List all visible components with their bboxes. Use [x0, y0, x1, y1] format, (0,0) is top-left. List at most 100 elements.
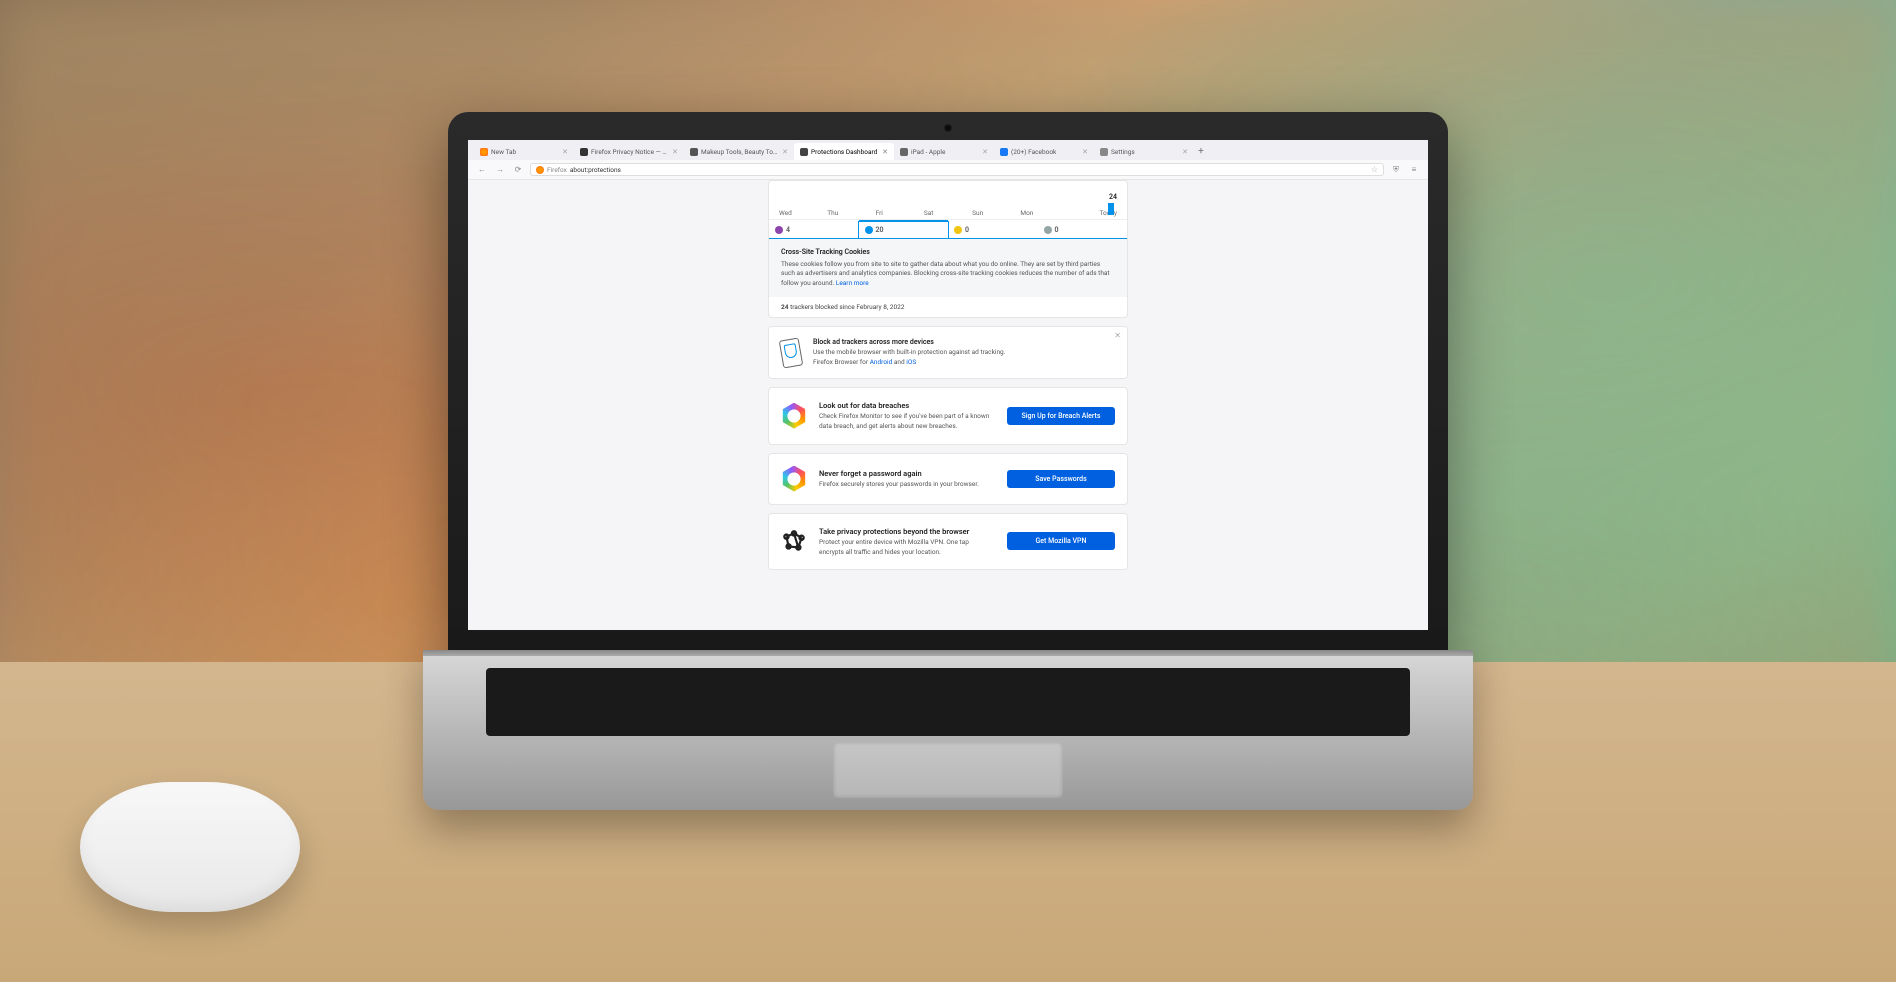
- tab-close-icon[interactable]: ✕: [672, 148, 678, 156]
- tracker-dot-icon: [775, 226, 783, 234]
- product-card: Take privacy protections beyond the brow…: [768, 513, 1128, 571]
- tracker-type-tabs: 4 20 0 0: [769, 219, 1127, 238]
- today-count: 24: [1109, 193, 1117, 201]
- tab[interactable]: Protections Dashboard✕: [794, 143, 894, 160]
- today-bar: [1108, 203, 1114, 215]
- tab-close-icon[interactable]: ✕: [1082, 148, 1088, 156]
- tracker-count: 0: [965, 226, 969, 234]
- lockwise-icon: [781, 466, 807, 492]
- day-label: 24Today: [1069, 209, 1117, 217]
- firefox-icon: [536, 166, 544, 174]
- cta-button[interactable]: Sign Up for Breach Alerts: [1007, 407, 1115, 425]
- tab-close-icon[interactable]: ✕: [782, 148, 788, 156]
- tab[interactable]: Settings✕: [1094, 143, 1194, 160]
- tab-label: Settings: [1111, 148, 1179, 156]
- card-title: Never forget a password again: [819, 468, 995, 479]
- keyboard-prop: [486, 668, 1410, 736]
- bookmark-star-icon[interactable]: ☆: [1371, 165, 1378, 174]
- day-label: Thu: [827, 209, 875, 217]
- tab-close-icon[interactable]: ✕: [982, 148, 988, 156]
- days-row: WedThuFriSatSunMon24Today: [779, 187, 1117, 219]
- card-body: Check Firefox Monitor to see if you've b…: [819, 412, 995, 432]
- trackpad-prop: [833, 742, 1063, 798]
- vpn-icon: [781, 528, 807, 554]
- tab-label: Firefox Privacy Notice — Mozilla: [591, 148, 669, 156]
- tracker-graph-card: WedThuFriSatSunMon24Today 42000 Cross-Si…: [768, 180, 1128, 318]
- day-label: Sat: [924, 209, 972, 217]
- mobile-and: and: [892, 358, 906, 366]
- laptop-prop: New Tab✕Firefox Privacy Notice — Mozilla…: [448, 112, 1448, 810]
- favicon-icon: [1100, 148, 1108, 156]
- mobile-title: Block ad trackers across more devices: [813, 337, 1005, 348]
- mobile-body: Use the mobile browser with built-in pro…: [813, 348, 1005, 358]
- android-link[interactable]: Android: [870, 358, 893, 366]
- info-body: These cookies follow you from site to si…: [781, 260, 1110, 288]
- favicon-icon: [580, 148, 588, 156]
- close-icon[interactable]: ✕: [1114, 331, 1121, 340]
- tracker-count: 0: [1055, 226, 1059, 234]
- reload-button[interactable]: ⟳: [512, 164, 524, 176]
- tracker-dot-icon: [865, 226, 873, 234]
- tracker-type-tab[interactable]: 20: [859, 220, 949, 238]
- tab[interactable]: New Tab✕: [474, 143, 574, 160]
- card-title: Take privacy protections beyond the brow…: [819, 526, 995, 537]
- mobile-line2: Firefox Browser for: [813, 358, 870, 366]
- favicon-icon: [900, 148, 908, 156]
- card-title: Look out for data breaches: [819, 400, 995, 411]
- tab-close-icon[interactable]: ✕: [882, 148, 888, 156]
- url-brand: Firefox: [547, 166, 567, 174]
- tracker-type-tab[interactable]: 0: [948, 220, 1038, 238]
- card-body: Firefox securely stores your passwords i…: [819, 480, 995, 490]
- tab-close-icon[interactable]: ✕: [1182, 148, 1188, 156]
- favicon-icon: [690, 148, 698, 156]
- card-body: Protect your entire device with Mozilla …: [819, 538, 995, 558]
- learn-more-link[interactable]: Learn more: [836, 279, 869, 287]
- day-label: Mon: [1020, 209, 1068, 217]
- url-path: about:protections: [570, 166, 621, 174]
- day-label: Fri: [876, 209, 924, 217]
- since-text: trackers blocked since February 8, 2022: [788, 303, 904, 311]
- phone-icon: [779, 337, 804, 368]
- day-label: Wed: [779, 209, 827, 217]
- tab-label: New Tab: [491, 148, 559, 156]
- forward-button[interactable]: →: [494, 164, 506, 176]
- tab-close-icon[interactable]: ✕: [562, 148, 568, 156]
- page-content: WedThuFriSatSunMon24Today 42000 Cross-Si…: [468, 180, 1428, 630]
- new-tab-button[interactable]: +: [1194, 143, 1208, 160]
- toolbar: ← → ⟳ Firefox about:protections ☆ ⛨ ≡: [468, 160, 1428, 180]
- tab[interactable]: iPad - Apple✕: [894, 143, 994, 160]
- mobile-promo-card: ✕ Block ad trackers across more devices …: [768, 326, 1128, 379]
- since-row: 24 trackers blocked since February 8, 20…: [769, 297, 1127, 317]
- tab-label: (20+) Facebook: [1011, 148, 1079, 156]
- favicon-icon: [800, 148, 808, 156]
- tracker-dot-icon: [1044, 226, 1052, 234]
- tracker-dot-icon: [954, 226, 962, 234]
- tracker-info-panel: Cross-Site Tracking Cookies These cookie…: [769, 238, 1127, 297]
- mouse-prop: [80, 782, 300, 912]
- camera-dot: [944, 124, 952, 132]
- tab[interactable]: Makeup Tools, Beauty Tools & ...✕: [684, 143, 794, 160]
- info-title: Cross-Site Tracking Cookies: [781, 247, 1115, 258]
- cta-button[interactable]: Get Mozilla VPN: [1007, 532, 1115, 550]
- favicon-icon: [1000, 148, 1008, 156]
- cta-button[interactable]: Save Passwords: [1007, 470, 1115, 488]
- ios-link[interactable]: iOS: [906, 358, 916, 366]
- tracker-type-tab[interactable]: 4: [769, 220, 859, 238]
- monitor-icon: [781, 403, 807, 429]
- tab[interactable]: (20+) Facebook✕: [994, 143, 1094, 160]
- tab-strip: New Tab✕Firefox Privacy Notice — Mozilla…: [468, 140, 1428, 160]
- app-menu-icon[interactable]: ≡: [1408, 164, 1420, 176]
- tab-label: Makeup Tools, Beauty Tools & ...: [701, 148, 779, 156]
- tab-label: Protections Dashboard: [811, 148, 879, 156]
- product-card: Look out for data breachesCheck Firefox …: [768, 387, 1128, 445]
- shield-icon[interactable]: ⛨: [1390, 164, 1402, 176]
- favicon-icon: [480, 148, 488, 156]
- back-button[interactable]: ←: [476, 164, 488, 176]
- product-card: Never forget a password againFirefox sec…: [768, 453, 1128, 505]
- tab[interactable]: Firefox Privacy Notice — Mozilla✕: [574, 143, 684, 160]
- tracker-count: 4: [786, 226, 790, 234]
- tracker-count: 20: [876, 226, 884, 234]
- url-bar[interactable]: Firefox about:protections ☆: [530, 163, 1384, 176]
- browser-window: New Tab✕Firefox Privacy Notice — Mozilla…: [468, 140, 1428, 630]
- tracker-type-tab[interactable]: 0: [1038, 220, 1128, 238]
